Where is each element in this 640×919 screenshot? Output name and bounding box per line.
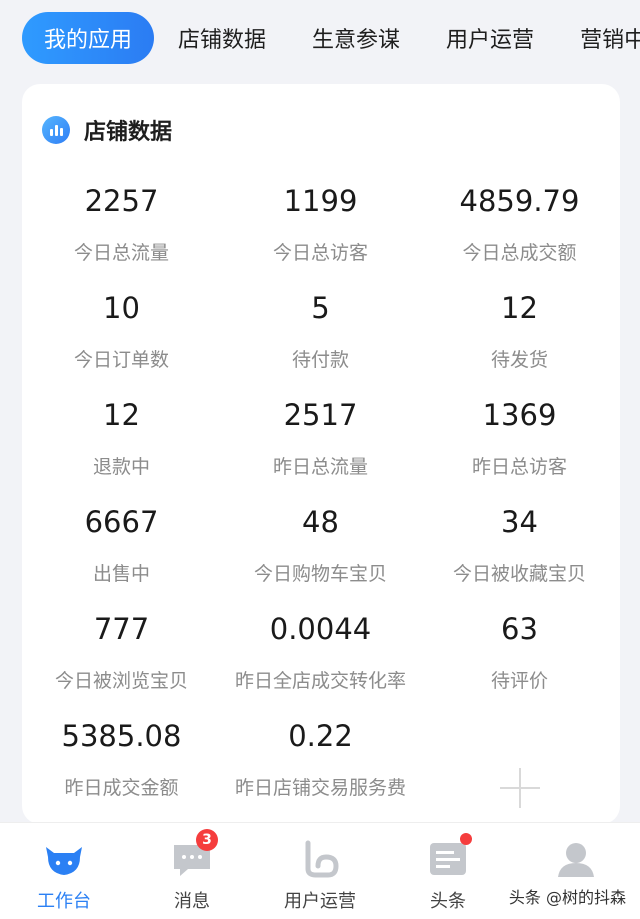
metric-value: 0.0044 [269,612,372,646]
nav-label: 头条 [430,891,466,912]
bar-chart-icon [42,116,70,144]
tab-business-advisor[interactable]: 生意参谋 [312,22,400,54]
card-header: 店铺数据 [42,114,172,146]
metric-cell[interactable]: 777 今日被浏览宝贝 [22,607,221,714]
news-icon [426,833,472,879]
message-icon: 3 [170,829,218,879]
tab-my-apps[interactable]: 我的应用 [22,12,155,64]
nav-messages[interactable]: 3 消息 [128,823,256,919]
metric-value: 777 [93,612,150,646]
metric-cell[interactable]: 2257 今日总流量 [22,179,221,286]
metric-cell[interactable]: 63 待评价 [420,607,619,714]
metric-value: 10 [103,291,140,325]
metric-cell[interactable]: 0.0044 昨日全店成交转化率 [221,607,420,714]
tab-user-operations[interactable]: 用户运营 [446,22,534,54]
nav-workbench[interactable]: 工作台 [0,823,128,919]
metric-value: 5385.08 [61,719,182,753]
app-screen: 我的应用 店铺数据 生意参谋 用户运营 营销中 店铺数据 2257 今日总流量 11… [0,0,640,919]
card-title: 店铺数据 [84,120,173,145]
metric-label: 今日购物车宝贝 [253,563,387,585]
metric-cell[interactable]: 10 今日订单数 [22,286,221,393]
metric-label: 今日总成交额 [462,242,577,264]
metric-label: 今日被收藏宝贝 [452,563,586,585]
metric-label: 昨日成交金额 [64,777,179,799]
nav-headlines[interactable]: 头条 [384,823,512,919]
metric-label: 退款中 [92,456,150,478]
metric-value: 12 [103,398,140,432]
metric-value: 1369 [482,398,557,432]
cow-icon [42,839,86,879]
metric-label: 今日总访客 [272,242,368,264]
metric-label: 昨日全店成交转化率 [234,670,406,692]
metric-value: 12 [501,291,538,325]
metric-cell[interactable]: 0.22 昨日店铺交易服务费 [221,714,420,821]
metric-value: 2257 [84,184,159,218]
notification-dot [460,833,472,845]
metric-cell[interactable]: 1199 今日总访客 [221,179,420,286]
nav-label: 用户运营 [284,891,356,912]
metric-label: 今日总流量 [73,242,169,264]
user-ops-icon [298,839,342,879]
metric-value: 5 [311,291,330,325]
unread-badge: 3 [196,829,218,851]
metric-value: 63 [501,612,538,646]
nav-label: 消息 [174,891,210,912]
metric-value: 48 [302,505,339,539]
tab-store-data[interactable]: 店铺数据 [178,22,266,54]
tab-marketing[interactable]: 营销中 [580,22,640,54]
metric-cell[interactable]: 5385.08 昨日成交金额 [22,714,221,821]
store-data-card: 店铺数据 2257 今日总流量 1199 今日总访客 4859.79 今日总成交额 10 今日… [22,84,620,824]
metric-cell[interactable]: 5 待付款 [221,286,420,393]
metric-cell[interactable]: 48 今日购物车宝贝 [221,500,420,607]
nav-label: 工作台 [37,891,91,912]
metric-cell[interactable]: 12 待发货 [420,286,619,393]
metric-value: 0.22 [288,719,353,753]
top-tab-bar: 我的应用 店铺数据 生意参谋 用户运营 营销中 [0,0,640,76]
metric-cell[interactable]: 1369 昨日总访客 [420,393,619,500]
metric-cell[interactable]: 6667 出售中 [22,500,221,607]
metrics-grid: 2257 今日总流量 1199 今日总访客 4859.79 今日总成交额 10 今日订单数 5 待… [22,179,620,821]
plus-icon [499,767,540,808]
watermark-text: 头条 @树的抖森 [508,888,626,907]
metric-cell[interactable]: 4859.79 今日总成交额 [420,179,619,286]
metric-label: 昨日总访客 [471,456,567,478]
metric-cell[interactable]: 34 今日被收藏宝贝 [420,500,619,607]
metric-label: 今日订单数 [73,349,169,371]
metric-label: 出售中 [92,563,150,585]
metric-value: 1199 [283,184,358,218]
metric-label: 待评价 [490,670,548,692]
metric-label: 待发货 [490,349,548,371]
metric-value: 34 [501,505,538,539]
add-metric-button[interactable] [420,714,619,821]
metric-label: 昨日总流量 [272,456,368,478]
nav-user-operations[interactable]: 用户运营 [256,823,384,919]
metric-label: 待付款 [291,349,349,371]
metric-label: 今日被浏览宝贝 [54,670,188,692]
metric-value: 6667 [84,505,159,539]
metric-value: 4859.79 [459,184,580,218]
metric-cell[interactable]: 2517 昨日总流量 [221,393,420,500]
metric-label: 昨日店铺交易服务费 [234,777,406,799]
metric-cell[interactable]: 12 退款中 [22,393,221,500]
profile-icon [554,839,598,879]
metric-value: 2517 [283,398,358,432]
